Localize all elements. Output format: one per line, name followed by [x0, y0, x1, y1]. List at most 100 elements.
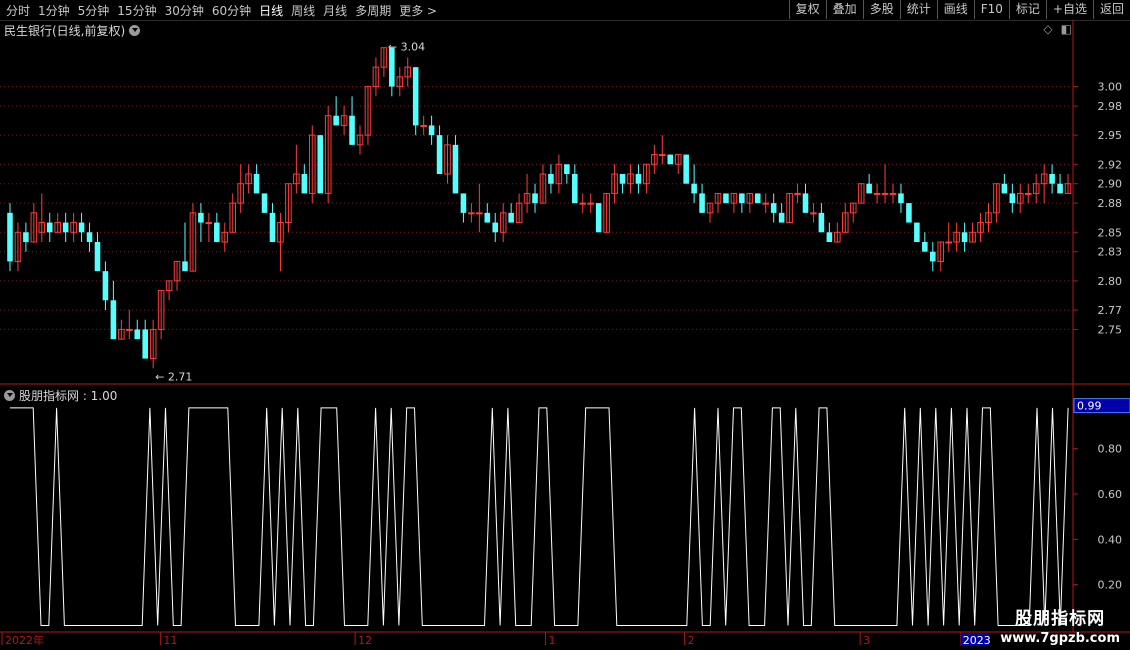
candle-body-down [723, 193, 729, 204]
candle-body-up [659, 154, 666, 157]
candle-body-down [770, 203, 777, 213]
candle-body-down [492, 222, 499, 233]
watermark: 股朋指标网 www.7gpzb.com [1000, 604, 1120, 646]
candle-body-down [906, 203, 912, 223]
candle-body-down [198, 212, 204, 223]
indicator-tick-label: 0.60 [1098, 488, 1123, 501]
candle-body-up [579, 202, 587, 205]
candle-body-down [667, 154, 674, 165]
candle-body-down [102, 271, 109, 301]
price-tick-label: 2.80 [1098, 275, 1123, 288]
candle-body-up [587, 202, 594, 205]
candle-body-down [436, 135, 443, 174]
price-tick-label: 2.98 [1098, 100, 1123, 113]
candle-body-down [1057, 183, 1063, 194]
candle-body-down [739, 193, 745, 204]
candle-body-down [1001, 183, 1008, 194]
price-tick-label: 2.75 [1098, 323, 1123, 336]
price-tick-label: 2.92 [1098, 158, 1123, 171]
candle-body-down [802, 193, 809, 213]
indicator-pane [9, 407, 1069, 626]
price-tick-label: 3.00 [1098, 81, 1123, 94]
candle-body-down [683, 154, 689, 184]
candle-body-up [810, 212, 817, 215]
indicator-axis: 0.80 0.60 0.40 0.20 0.99 [1073, 398, 1130, 592]
candle-body-down [898, 193, 904, 204]
extreme-markers: ← 3.04 ← 2.71 [155, 41, 425, 384]
candle-body-up [476, 212, 483, 215]
candle-body-down [532, 193, 538, 204]
candle-body-up [873, 192, 881, 195]
indicator-current-value: 0.99 [1077, 400, 1102, 413]
candle-body-up [794, 192, 801, 195]
candle-body-up [468, 212, 475, 215]
indicator-line [9, 407, 1069, 626]
candle-body-down [699, 193, 705, 213]
date-label: 12 [358, 634, 372, 647]
candle-body-down [818, 212, 825, 233]
candle-body-down [754, 193, 761, 204]
candle-body-down [826, 232, 833, 242]
candle-body-up [420, 124, 427, 127]
candle-body-down [269, 212, 276, 242]
candle-body-down [691, 183, 697, 194]
candlestick-series [7, 47, 1072, 369]
candle-body-down [86, 232, 93, 242]
candle-body-down [349, 115, 355, 145]
candle-body-down [46, 222, 53, 233]
candle-body-down [922, 242, 928, 252]
candle-body-down [333, 115, 339, 126]
indicator-tick-label: 0.40 [1098, 533, 1123, 546]
candle-body-down [548, 174, 554, 184]
candle-body-down [619, 174, 626, 184]
candle-body-down [484, 212, 491, 223]
chart-canvas[interactable]: 3.00 2.98 2.95 2.92 2.90 2.88 2.85 2.83 2.80 2.77… [0, 0, 1130, 650]
candle-body-down [142, 329, 149, 359]
price-tick-label: 2.85 [1098, 226, 1123, 239]
price-tick-label: 2.90 [1098, 178, 1123, 191]
candle-body-down [460, 193, 467, 213]
date-label: 1 [549, 634, 556, 647]
price-tick-label: 2.95 [1098, 129, 1123, 142]
date-label: 11 [163, 634, 177, 647]
candle-body-down [261, 193, 268, 213]
candle-body-down [929, 251, 936, 262]
candle-body-down [253, 174, 260, 194]
candle-body-down [635, 174, 642, 184]
candle-body-down [412, 67, 419, 126]
candle-body-down [110, 300, 117, 340]
price-tick-label: 2.77 [1098, 304, 1123, 317]
low-marker: ← 2.71 [155, 370, 192, 383]
candle-body-down [572, 174, 578, 204]
indicator-tick-label: 0.20 [1098, 579, 1123, 592]
date-axis: 2022年 11 12 1 2 3 2023 [0, 631, 1130, 647]
candle-body-down [214, 222, 220, 242]
date-label: 2022年 [5, 633, 44, 647]
candle-body-down [301, 174, 308, 194]
candle-body-down [1009, 193, 1016, 204]
watermark-url: www.7gpzb.com [1000, 631, 1120, 646]
candle-body-down [914, 222, 920, 242]
candle-body-down [961, 232, 968, 242]
candle-body-down [7, 212, 13, 262]
candle-body-up [205, 222, 213, 225]
candle-body-down [317, 135, 324, 194]
price-tick-label: 2.88 [1098, 197, 1123, 210]
date-label: 2023 [963, 634, 991, 647]
candle-body-up [889, 192, 897, 195]
candle-body-down [62, 222, 69, 233]
candle-body-down [778, 212, 785, 223]
price-tick-label: 2.83 [1098, 246, 1123, 259]
high-marker: ← 3.04 [388, 41, 425, 54]
candle-body-down [23, 232, 29, 242]
date-label: 3 [863, 634, 870, 647]
candle-body-up [126, 328, 133, 331]
candle-body-down [866, 183, 872, 194]
candle-body-down [452, 144, 459, 194]
indicator-tick-label: 0.80 [1098, 443, 1123, 456]
candle-body-up [1024, 192, 1032, 195]
price-axis: 3.00 2.98 2.95 2.92 2.90 2.88 2.85 2.83 2.80 2.77… [0, 20, 1130, 632]
candle-body-down [182, 261, 188, 272]
candle-body-up [881, 192, 889, 195]
candle-body-up [762, 202, 770, 205]
